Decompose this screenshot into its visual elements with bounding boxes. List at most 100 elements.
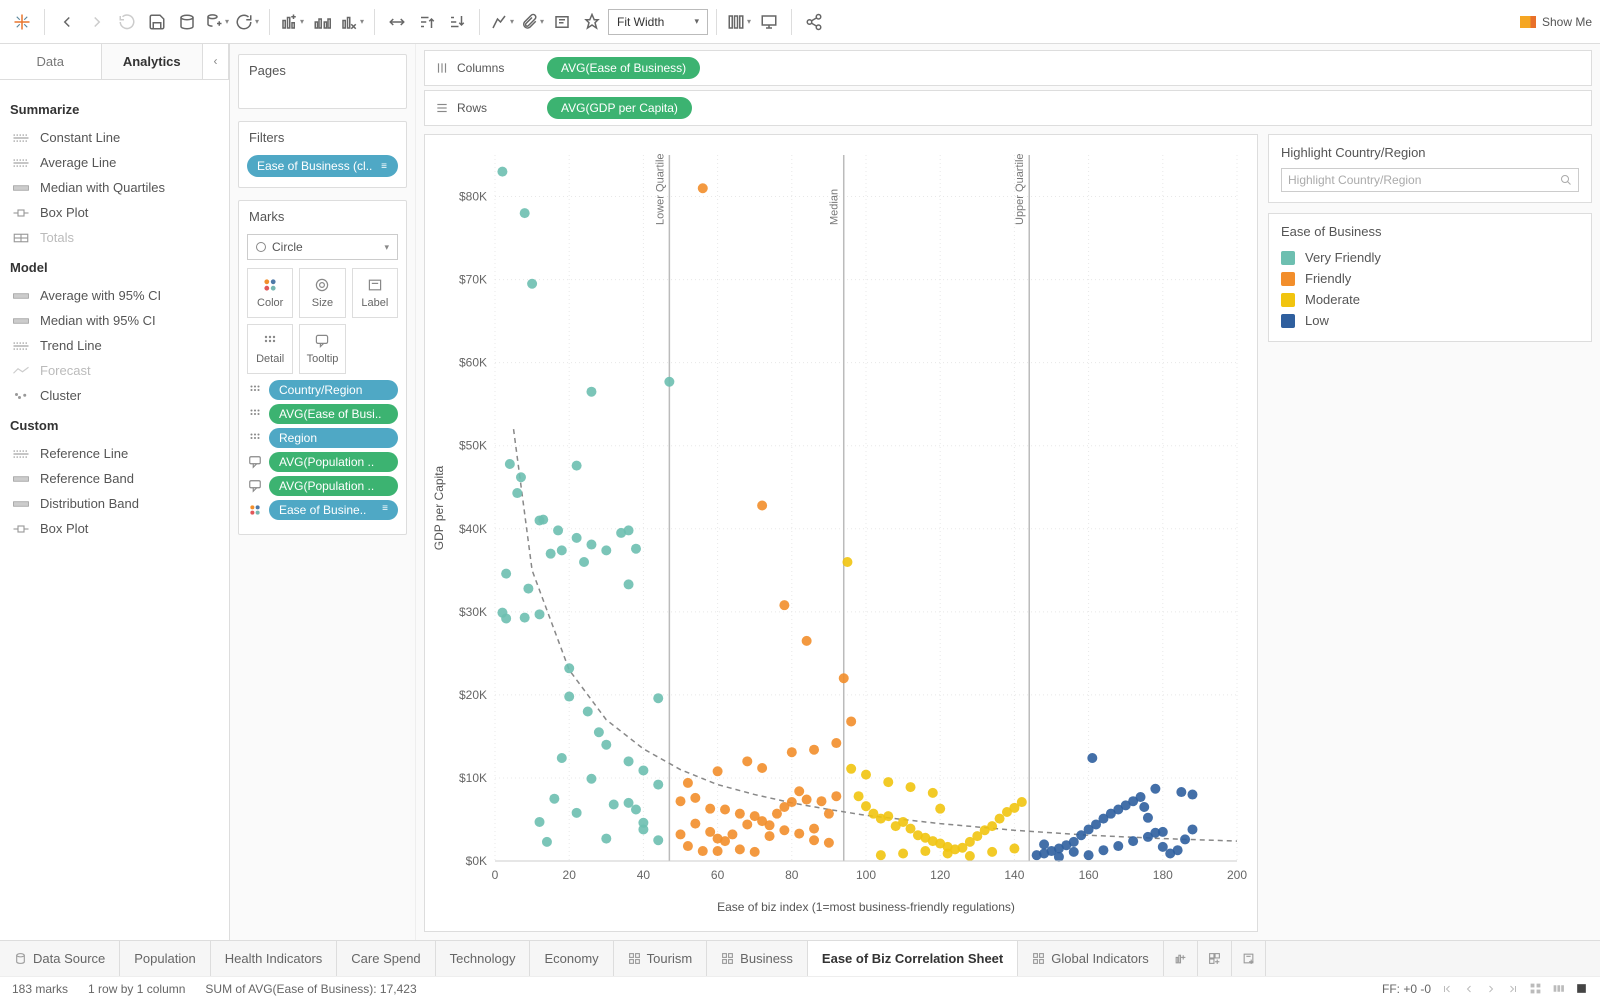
data-point[interactable] xyxy=(1158,842,1168,852)
mark-tooltip[interactable]: Tooltip xyxy=(299,324,345,374)
data-point[interactable] xyxy=(1143,832,1153,842)
mark-color[interactable]: Color xyxy=(247,268,293,318)
data-point[interactable] xyxy=(705,804,715,814)
data-point[interactable] xyxy=(564,663,574,673)
data-point[interactable] xyxy=(512,488,522,498)
data-source-dropdown-icon[interactable] xyxy=(203,8,231,36)
data-point[interactable] xyxy=(713,766,723,776)
data-point[interactable] xyxy=(809,824,819,834)
data-point[interactable] xyxy=(690,819,700,829)
data-point[interactable] xyxy=(546,549,556,559)
mark-pill[interactable]: AVG(Population .. xyxy=(247,452,398,472)
data-point[interactable] xyxy=(505,459,515,469)
data-point[interactable] xyxy=(1158,827,1168,837)
data-point[interactable] xyxy=(987,821,997,831)
data-point[interactable] xyxy=(1187,824,1197,834)
pin-icon[interactable] xyxy=(578,8,606,36)
prev-icon[interactable] xyxy=(1463,983,1475,995)
data-point[interactable] xyxy=(831,738,841,748)
data-point[interactable] xyxy=(987,847,997,857)
next-icon[interactable] xyxy=(1485,983,1497,995)
data-point[interactable] xyxy=(720,836,730,846)
data-point[interactable] xyxy=(523,584,533,594)
data-point[interactable] xyxy=(742,819,752,829)
data-point[interactable] xyxy=(1139,802,1149,812)
data-point[interactable] xyxy=(542,837,552,847)
analytics-item[interactable]: Median with 95% CI xyxy=(10,308,219,333)
data-point[interactable] xyxy=(1187,790,1197,800)
highlight-input[interactable]: Highlight Country/Region xyxy=(1281,168,1579,192)
legend-item[interactable]: Friendly xyxy=(1281,268,1579,289)
analytics-item[interactable]: Average with 95% CI xyxy=(10,283,219,308)
data-point[interactable] xyxy=(631,544,641,554)
data-point[interactable] xyxy=(698,183,708,193)
data-point[interactable] xyxy=(624,798,634,808)
marks-type-select[interactable]: Circle xyxy=(247,234,398,260)
data-source-tab[interactable]: Data Source xyxy=(0,941,120,976)
attach-dropdown-icon[interactable] xyxy=(518,8,546,36)
data-point[interactable] xyxy=(965,851,975,861)
data-point[interactable] xyxy=(854,791,864,801)
sheet-tab[interactable]: Global Indicators xyxy=(1018,941,1164,976)
data-point[interactable] xyxy=(683,778,693,788)
data-point[interactable] xyxy=(1128,836,1138,846)
data-point[interactable] xyxy=(816,796,826,806)
analytics-item[interactable]: Reference Band xyxy=(10,466,219,491)
data-point[interactable] xyxy=(520,613,530,623)
data-point[interactable] xyxy=(579,557,589,567)
data-point[interactable] xyxy=(943,849,953,859)
data-point[interactable] xyxy=(794,829,804,839)
legend-item[interactable]: Very Friendly xyxy=(1281,247,1579,268)
data-point[interactable] xyxy=(920,846,930,856)
analytics-item[interactable]: Average Line xyxy=(10,150,219,175)
analytics-item[interactable]: Box Plot xyxy=(10,200,219,225)
data-point[interactable] xyxy=(1084,850,1094,860)
data-point[interactable] xyxy=(757,816,767,826)
presentation-icon[interactable] xyxy=(755,8,783,36)
data-point[interactable] xyxy=(842,557,852,567)
data-point[interactable] xyxy=(779,825,789,835)
data-point[interactable] xyxy=(713,846,723,856)
data-point[interactable] xyxy=(898,849,908,859)
data-point[interactable] xyxy=(995,814,1005,824)
rows-pill[interactable]: AVG(GDP per Capita) xyxy=(547,97,692,119)
single-view-icon[interactable] xyxy=(1575,982,1588,995)
data-point[interactable] xyxy=(861,770,871,780)
clear-sheet-dropdown-icon[interactable] xyxy=(338,8,366,36)
data-point[interactable] xyxy=(497,167,507,177)
data-point[interactable] xyxy=(779,600,789,610)
data-point[interactable] xyxy=(564,692,574,702)
filmstrip-view-icon[interactable] xyxy=(1552,982,1565,995)
data-point[interactable] xyxy=(757,763,767,773)
data-point[interactable] xyxy=(676,829,686,839)
columns-shelf[interactable]: Columns AVG(Ease of Business) xyxy=(424,50,1592,86)
data-point[interactable] xyxy=(735,809,745,819)
data-point[interactable] xyxy=(861,801,871,811)
data-point[interactable] xyxy=(809,835,819,845)
data-point[interactable] xyxy=(538,515,548,525)
data-point[interactable] xyxy=(928,788,938,798)
data-point[interactable] xyxy=(653,780,663,790)
data-point[interactable] xyxy=(609,800,619,810)
data-point[interactable] xyxy=(653,693,663,703)
data-point[interactable] xyxy=(1039,839,1049,849)
sheet-tab[interactable]: Economy xyxy=(530,941,613,976)
data-point[interactable] xyxy=(883,811,893,821)
highlight-dropdown-icon[interactable] xyxy=(488,8,516,36)
legend-item[interactable]: Low xyxy=(1281,310,1579,331)
save-icon[interactable] xyxy=(143,8,171,36)
data-point[interactable] xyxy=(1069,837,1079,847)
analytics-item[interactable]: Reference Line xyxy=(10,441,219,466)
data-point[interactable] xyxy=(572,461,582,471)
collapse-sidepanel-icon[interactable]: ‹ xyxy=(203,44,229,79)
data-point[interactable] xyxy=(527,279,537,289)
data-point[interactable] xyxy=(1098,845,1108,855)
data-point[interactable] xyxy=(501,613,511,623)
analytics-item[interactable]: Constant Line xyxy=(10,125,219,150)
data-point[interactable] xyxy=(520,208,530,218)
data-point[interactable] xyxy=(794,786,804,796)
tab-data[interactable]: Data xyxy=(0,44,102,79)
data-point[interactable] xyxy=(624,525,634,535)
data-point[interactable] xyxy=(846,764,856,774)
data-point[interactable] xyxy=(1173,845,1183,855)
